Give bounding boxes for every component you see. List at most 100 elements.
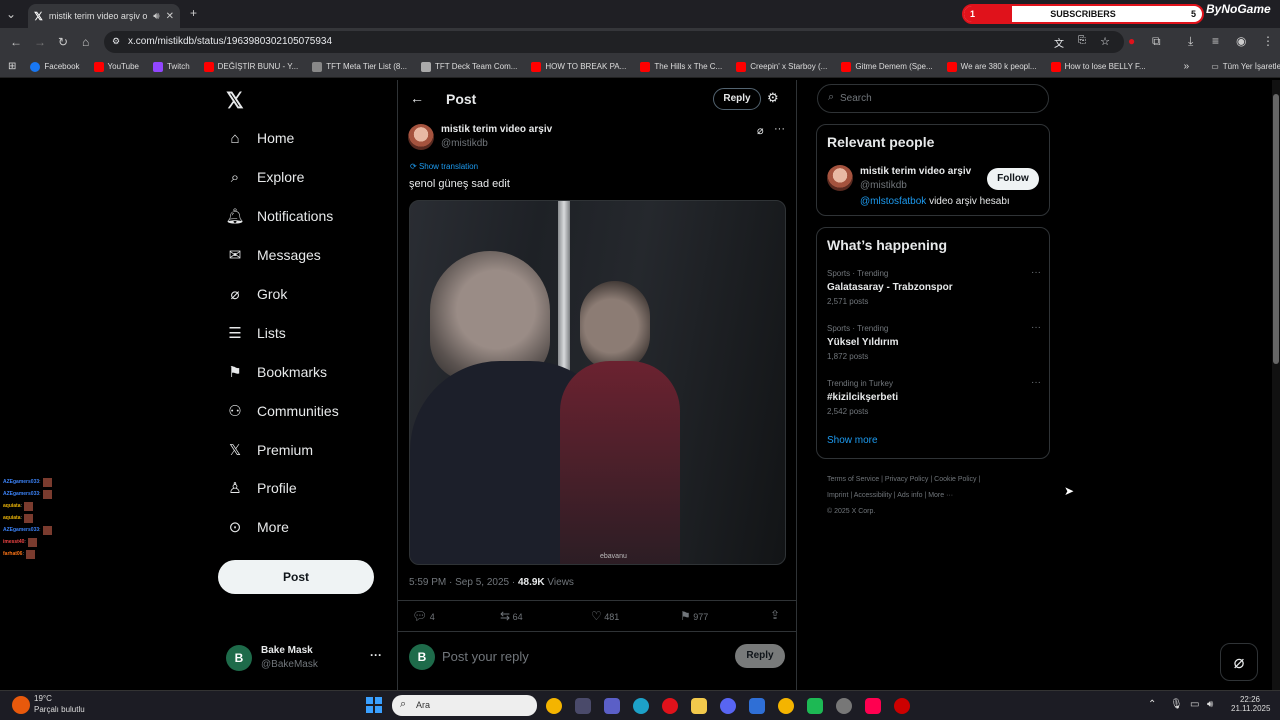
follow-button[interactable]: Follow xyxy=(987,168,1039,190)
address-bar[interactable]: ⚙ x.com/mistikdb/status/1963980302105075… xyxy=(104,31,1124,53)
search-input[interactable]: ⌕ Search xyxy=(817,84,1049,113)
audio-icon[interactable]: 🔊︎ xyxy=(153,11,159,22)
media-icon[interactable]: ≡ xyxy=(1212,34,1219,48)
chrome-icon[interactable] xyxy=(546,698,562,714)
bookmark-item[interactable]: We are 380 k peopl... xyxy=(946,61,1037,72)
browser-tab[interactable]: 𝕏 mistik terim video arşiv on 🔊︎ ✕ xyxy=(28,4,180,28)
steam-icon[interactable] xyxy=(836,698,852,714)
tab-list-icon[interactable]: ⌄ xyxy=(6,7,16,21)
clock[interactable]: 22:26 21.11.2025 xyxy=(1231,695,1270,713)
like-action[interactable]: ♡ 481 xyxy=(591,609,619,623)
trend-item[interactable]: Sports · Trending Yüksel Yıldırım 1,872 … xyxy=(827,322,1041,372)
nav-explore[interactable]: ⌕ Explore xyxy=(226,168,305,186)
bookmark-item[interactable]: Gitme Demem (Spe... xyxy=(841,61,933,72)
nav-communities[interactable]: ⚇ Communities xyxy=(226,402,338,420)
nav-notifications[interactable]: 🔔︎ Notifications xyxy=(225,207,333,225)
nav-lists[interactable]: ☰ Lists xyxy=(226,324,286,342)
reply-submit-button[interactable]: Reply xyxy=(735,644,785,668)
file-explorer-icon[interactable] xyxy=(691,698,707,714)
grok-icon[interactable]: ⌀ xyxy=(757,124,764,137)
bio-mention-link[interactable]: @mlstosfatbok xyxy=(860,196,926,207)
teams-icon[interactable] xyxy=(604,698,620,714)
footer-link[interactable]: Terms of Service xyxy=(827,476,879,483)
grok-floating-button[interactable]: ⌀ xyxy=(1220,643,1258,681)
edge-icon[interactable] xyxy=(633,698,649,714)
discord-icon[interactable] xyxy=(720,698,736,714)
footer-link[interactable]: Ads info xyxy=(897,492,922,499)
bookmark-item[interactable]: TFT Deck Team Com... xyxy=(421,61,517,72)
author-handle[interactable]: @mistikdb xyxy=(441,138,488,149)
home-icon[interactable]: ⌂ xyxy=(82,35,89,49)
store-icon[interactable] xyxy=(575,698,591,714)
translate-icon[interactable]: 文 xyxy=(1054,35,1064,50)
close-tab-icon[interactable]: ✕ xyxy=(166,11,174,22)
microphone-icon[interactable]: 🎙︎ xyxy=(1170,699,1183,710)
show-translation[interactable]: ⟳ Show translation xyxy=(410,162,478,171)
menu-icon[interactable]: ⋮ xyxy=(1262,34,1274,48)
person-handle[interactable]: @mistikdb xyxy=(860,180,907,191)
x-logo-icon[interactable]: 𝕏 xyxy=(226,88,244,114)
person-avatar[interactable] xyxy=(827,165,853,191)
nav-grok[interactable]: ⌀ Grok xyxy=(226,285,287,303)
footer-link[interactable]: Privacy Policy xyxy=(885,476,929,483)
volume-icon[interactable]: 🔊︎ xyxy=(1207,699,1213,710)
more-dots-icon[interactable]: ··· xyxy=(370,648,382,662)
install-icon[interactable]: ⎘ xyxy=(1078,35,1086,46)
account-switcher[interactable]: B Bake Mask @BakeMask ··· xyxy=(226,642,386,676)
opera-extension-icon[interactable]: ● xyxy=(1128,34,1135,48)
reload-icon[interactable]: ↻ xyxy=(58,35,68,49)
bookmark-star-icon[interactable]: ☆ xyxy=(1100,35,1110,48)
bookmark-youtube[interactable]: YouTube xyxy=(93,61,139,72)
footer-link[interactable]: Imprint xyxy=(827,492,848,499)
post-more-icon[interactable]: ··· xyxy=(774,123,785,135)
app-icon[interactable] xyxy=(807,698,823,714)
trend-more-icon[interactable]: ··· xyxy=(1031,322,1041,333)
bookmark-item[interactable]: DEĞİŞTİR BUNU - Y... xyxy=(203,61,298,72)
mail-icon[interactable] xyxy=(749,698,765,714)
footer-link[interactable]: Cookie Policy xyxy=(934,476,976,483)
windows-start-icon[interactable] xyxy=(366,697,382,713)
footer-link[interactable]: Accessibility xyxy=(854,492,892,499)
bookmark-item[interactable]: How to lose BELLY F... xyxy=(1050,61,1146,72)
back-arrow-icon[interactable]: ← xyxy=(410,90,424,106)
trend-more-icon[interactable]: ··· xyxy=(1031,377,1041,388)
bookmark-action[interactable]: ⚑ 977 xyxy=(680,609,708,623)
chrome-active-icon[interactable] xyxy=(778,698,794,714)
scrollbar-thumb[interactable] xyxy=(1273,94,1279,364)
trend-item[interactable]: Trending in Turkey #kizilcikşerbeti 2,54… xyxy=(827,377,1041,427)
page-scrollbar[interactable] xyxy=(1272,80,1280,690)
downloads-icon[interactable]: ⤓ xyxy=(1188,34,1193,49)
tray-chevron-icon[interactable]: ⌃ xyxy=(1148,699,1156,710)
show-more-link[interactable]: Show more xyxy=(827,435,878,446)
back-icon[interactable]: ← xyxy=(10,35,22,49)
all-bookmarks[interactable]: ▭ Tüm Yer İşaretleri xyxy=(1211,62,1280,71)
trend-item[interactable]: Sports · Trending Galatasaray - Trabzons… xyxy=(827,267,1041,317)
opera-icon[interactable] xyxy=(662,698,678,714)
new-tab-icon[interactable]: + xyxy=(190,6,197,20)
bookmark-item[interactable]: The Hills x The C... xyxy=(640,61,722,72)
more-bookmarks-icon[interactable]: » xyxy=(1184,61,1190,72)
share-icon[interactable]: ⇪ xyxy=(770,608,780,622)
tiktok-icon[interactable] xyxy=(865,698,881,714)
author-avatar[interactable] xyxy=(408,124,434,150)
youtube-music-icon[interactable] xyxy=(894,698,910,714)
bookmark-twitch[interactable]: Twitch xyxy=(152,61,190,72)
nav-messages[interactable]: ✉ Messages xyxy=(226,246,321,264)
display-icon[interactable]: ▭ xyxy=(1190,699,1199,710)
settings-sliders-icon[interactable]: ⚙ xyxy=(767,90,779,106)
nav-bookmarks[interactable]: ⚑ Bookmarks xyxy=(226,363,327,381)
author-name[interactable]: mistik terim video arşiv xyxy=(441,124,552,135)
repost-action[interactable]: ⇆ 64 xyxy=(500,609,523,623)
reply-action[interactable]: 💬︎ 4 xyxy=(412,609,435,623)
bookmark-item[interactable]: HOW TO BREAK PA... xyxy=(531,61,626,72)
footer-link[interactable]: More ··· xyxy=(928,492,953,499)
taskbar-search[interactable]: ⌕ Ara xyxy=(392,695,537,716)
nav-more[interactable]: ⊙ More xyxy=(226,518,289,536)
profile-icon[interactable]: ◉ xyxy=(1236,34,1246,48)
post-video[interactable]: ebavanu xyxy=(409,200,786,565)
person-name[interactable]: mistik terim video arşiv xyxy=(860,166,971,177)
reply-input[interactable]: Post your reply xyxy=(442,649,529,664)
nav-home[interactable]: ⌂ Home xyxy=(226,129,294,147)
nav-premium[interactable]: 𝕏 Premium xyxy=(226,441,313,459)
apps-icon[interactable]: ⊞ xyxy=(8,61,16,72)
